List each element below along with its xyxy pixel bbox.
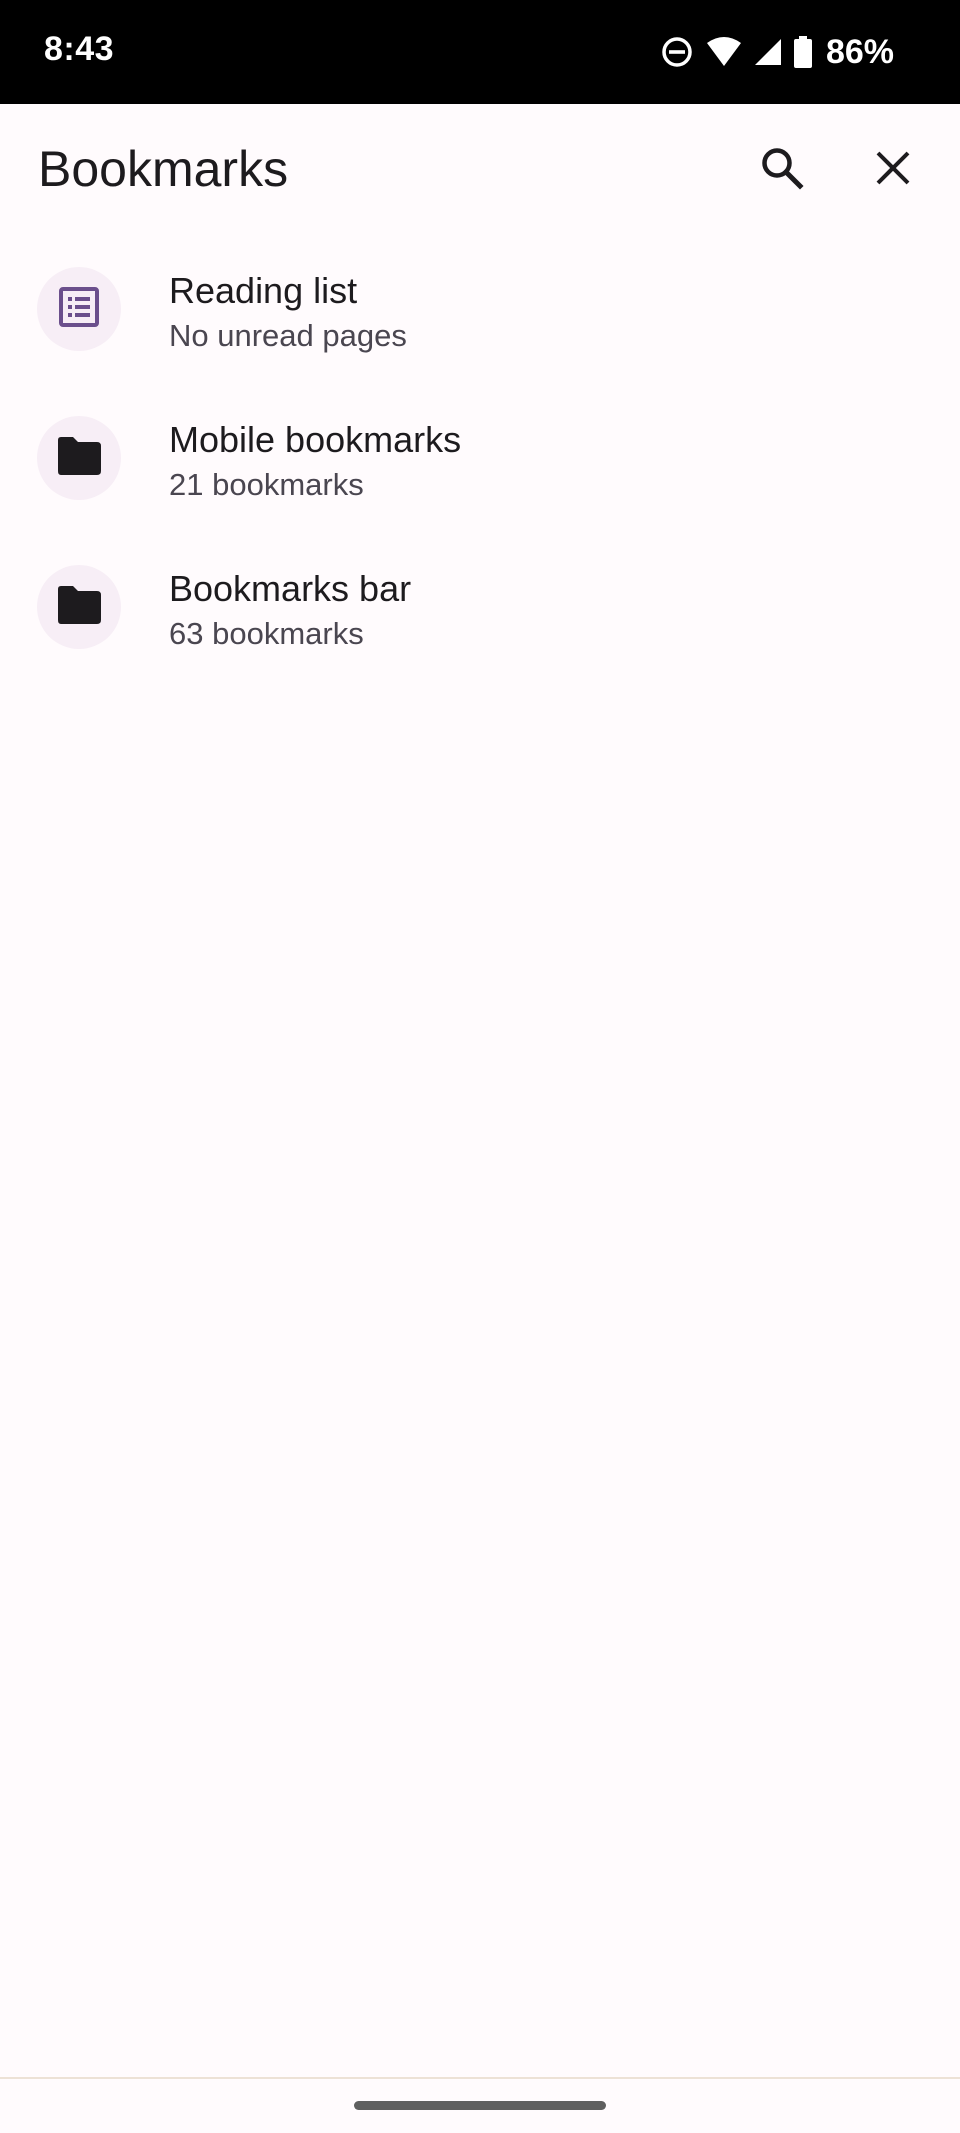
- search-button[interactable]: [742, 130, 822, 210]
- do-not-disturb-icon: [660, 35, 694, 69]
- list-item-title: Mobile bookmarks: [169, 419, 462, 460]
- list-item-subtitle: No unread pages: [169, 318, 407, 353]
- wifi-icon: [706, 37, 742, 67]
- list-item-title: Bookmarks bar: [169, 568, 412, 609]
- list-item-subtitle: 21 bookmarks: [169, 467, 364, 502]
- bookmark-folder-list: Reading list No unread pages Mobile book…: [0, 235, 960, 682]
- close-icon: [874, 149, 912, 192]
- folder-icon-container: [37, 416, 121, 500]
- status-bar: 8:43 86%: [0, 0, 960, 104]
- list-item-subtitle: 63 bookmarks: [169, 616, 364, 651]
- list-item-mobile-bookmarks[interactable]: Mobile bookmarks 21 bookmarks: [0, 384, 960, 533]
- battery-icon: [793, 36, 812, 68]
- search-icon: [759, 145, 805, 196]
- close-button[interactable]: [853, 130, 933, 210]
- folder-icon: [55, 436, 103, 481]
- folder-icon: [55, 585, 103, 630]
- status-icons: 86%: [660, 30, 894, 74]
- list-item-reading-list[interactable]: Reading list No unread pages: [0, 235, 960, 384]
- folder-icon-container: [37, 565, 121, 649]
- reading-list-icon: [58, 286, 100, 333]
- cell-signal-icon: [754, 38, 782, 66]
- gesture-navigation-handle[interactable]: [354, 2101, 606, 2110]
- navigation-bar-divider: [0, 2077, 960, 2079]
- reading-list-icon-container: [37, 267, 121, 351]
- page-title: Bookmarks: [38, 141, 289, 197]
- list-item-title: Reading list: [169, 270, 358, 311]
- app-bar: Bookmarks: [0, 104, 960, 236]
- list-item-bookmarks-bar[interactable]: Bookmarks bar 63 bookmarks: [0, 533, 960, 682]
- battery-percent: 86%: [825, 32, 894, 71]
- status-time: 8:43: [44, 30, 115, 68]
